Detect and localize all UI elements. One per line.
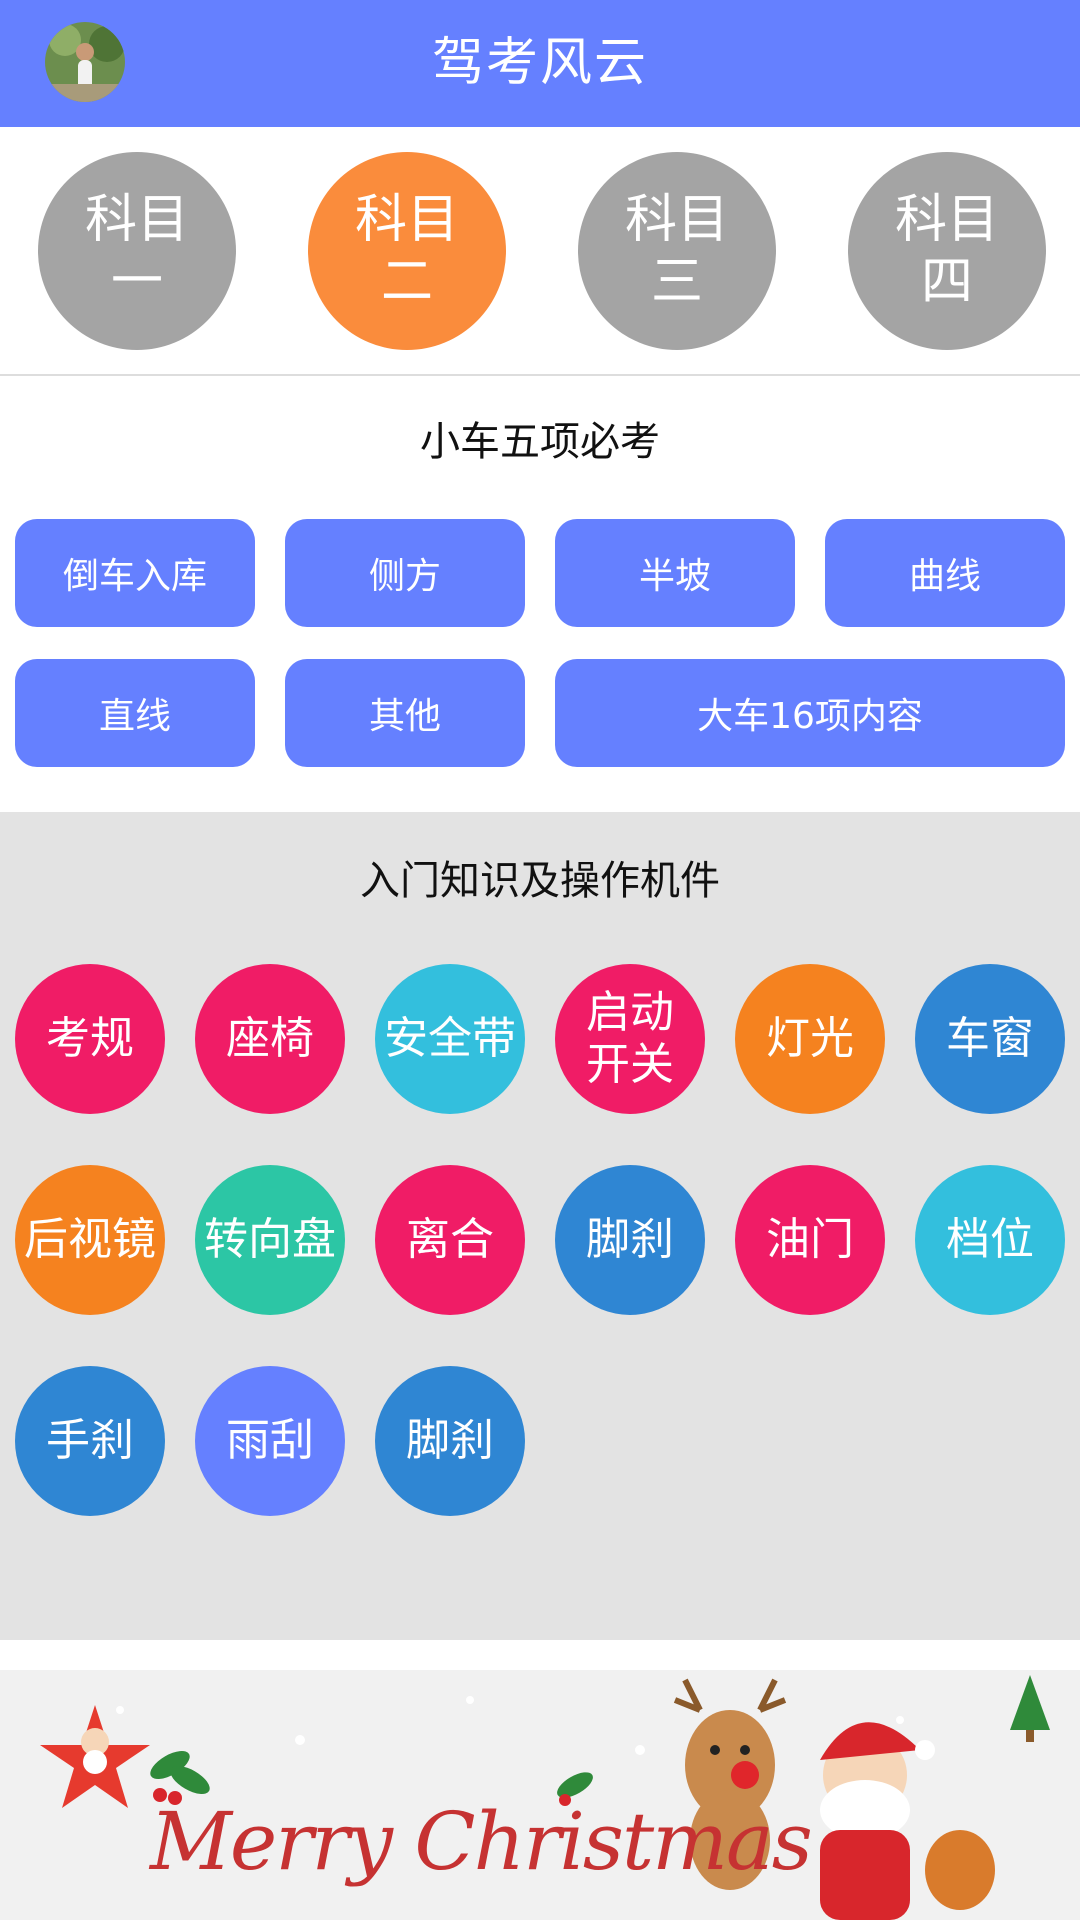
side-parking-button[interactable]: 侧方 [285, 519, 525, 627]
subject-selector: 科目 一 科目 二 科目 三 科目 四 [0, 127, 1080, 375]
subject-3-button[interactable]: 科目 三 [578, 152, 776, 350]
banner-text: Merry Christmas [150, 1795, 813, 1888]
hill-start-button[interactable]: 半坡 [555, 519, 795, 627]
seatbelt-button[interactable]: 安全带 [375, 964, 525, 1114]
subject-2-button[interactable]: 科目 二 [308, 152, 506, 350]
curve-button[interactable]: 曲线 [825, 519, 1065, 627]
required-items-section: 小车五项必考 倒车入库 侧方 半坡 曲线 直线 其他 大车16项内容 [0, 376, 1080, 812]
subject-label: 科目 [624, 190, 729, 250]
section-title: 入门知识及操作机件 [360, 858, 720, 904]
clutch-button[interactable]: 离合 [375, 1165, 525, 1315]
ignition-switch-button[interactable]: 启动 开关 [555, 964, 705, 1114]
wiper-button[interactable]: 雨刮 [195, 1366, 345, 1516]
subject-number: 二 [380, 252, 433, 312]
window-button[interactable]: 车窗 [915, 964, 1065, 1114]
foot-brake-button[interactable]: 脚刹 [555, 1165, 705, 1315]
seat-button[interactable]: 座椅 [195, 964, 345, 1114]
app-title: 驾考风云 [431, 33, 648, 93]
christmas-banner[interactable]: Merry Christmas [0, 1670, 1080, 1920]
subject-number: 四 [920, 252, 973, 312]
mirror-button[interactable]: 后视镜 [15, 1165, 165, 1315]
exam-rules-button[interactable]: 考规 [15, 964, 165, 1114]
handbrake-button[interactable]: 手刹 [15, 1366, 165, 1516]
subject-label: 科目 [84, 190, 189, 250]
straight-line-button[interactable]: 直线 [15, 659, 255, 767]
subject-number: 一 [110, 252, 163, 312]
subject-1-button[interactable]: 科目 一 [38, 152, 236, 350]
gear-button[interactable]: 档位 [915, 1165, 1065, 1315]
steering-wheel-button[interactable]: 转向盘 [195, 1165, 345, 1315]
section-title: 小车五项必考 [420, 419, 660, 465]
other-button[interactable]: 其他 [285, 659, 525, 767]
subject-4-button[interactable]: 科目 四 [848, 152, 1046, 350]
reverse-parking-button[interactable]: 倒车入库 [15, 519, 255, 627]
basics-section: 入门知识及操作机件 考规 座椅 安全带 启动 开关 灯光 车窗 后视镜 转向盘 … [0, 812, 1080, 1640]
subject-number: 三 [650, 252, 703, 312]
foot-brake-button-2[interactable]: 脚刹 [375, 1366, 525, 1516]
subject-label: 科目 [894, 190, 999, 250]
lights-button[interactable]: 灯光 [735, 964, 885, 1114]
subject-label: 科目 [354, 190, 459, 250]
app-header: 驾考风云 [0, 0, 1080, 127]
large-vehicle-items-button[interactable]: 大车16项内容 [555, 659, 1065, 767]
throttle-button[interactable]: 油门 [735, 1165, 885, 1315]
